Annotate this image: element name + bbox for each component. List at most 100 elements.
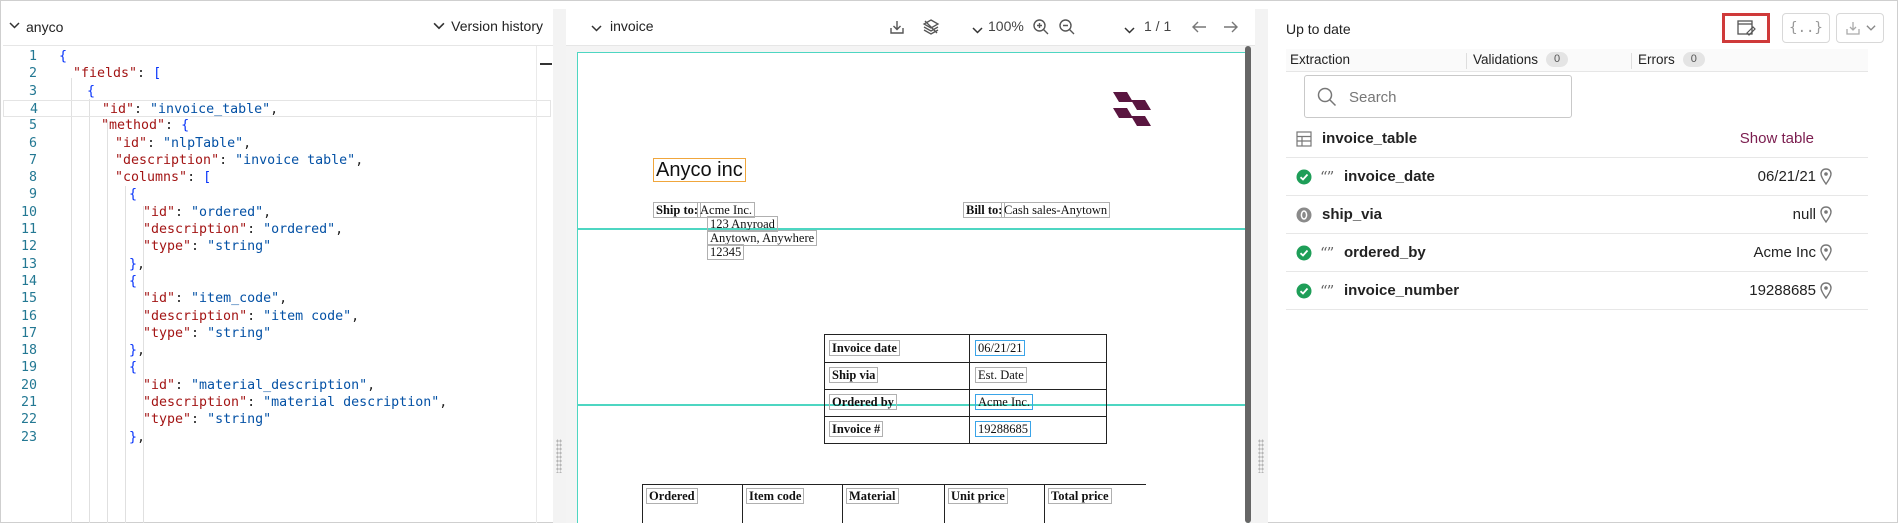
item-header[interactable]: Material bbox=[846, 488, 899, 504]
info-label[interactable]: Ordered by bbox=[829, 394, 897, 410]
bill-to-label[interactable]: Bill to: bbox=[963, 202, 1006, 218]
tab-extraction[interactable]: Extraction bbox=[1290, 52, 1350, 67]
field-value[interactable]: null bbox=[1793, 206, 1816, 223]
code-text: "id": "invoice_table", bbox=[102, 101, 279, 117]
layers-icon[interactable] bbox=[922, 18, 940, 39]
field-row[interactable]: “” invoice_date 06/21/21 bbox=[1286, 158, 1868, 196]
line-number: 3 bbox=[28, 83, 37, 99]
info-value[interactable]: 06/21/21 bbox=[975, 340, 1026, 356]
code-line[interactable]: 7 "description": "invoice table", bbox=[3, 152, 551, 169]
zoom-out-icon[interactable] bbox=[1058, 18, 1076, 39]
info-label[interactable]: Invoice date bbox=[829, 340, 900, 356]
code-line[interactable]: 2 "fields": [ bbox=[3, 65, 551, 82]
code-text: { bbox=[129, 187, 138, 203]
field-row[interactable]: “” invoice_number 19288685 bbox=[1286, 272, 1868, 310]
code-line[interactable]: 19 { bbox=[3, 359, 551, 376]
code-text: "id": "nlpTable", bbox=[115, 135, 252, 151]
chevron-down-icon bbox=[1866, 25, 1876, 31]
scroll-position-marker bbox=[540, 63, 552, 65]
download-icon[interactable] bbox=[888, 18, 906, 39]
document-canvas[interactable]: Anyco inc Ship to: Acme Inc. 123 Anyroad… bbox=[566, 46, 1255, 523]
code-text: "type": "string" bbox=[143, 325, 272, 341]
field-name: invoice_table bbox=[1322, 130, 1418, 147]
code-line[interactable]: 10 "id": "ordered", bbox=[3, 204, 551, 221]
locate-pin-icon[interactable] bbox=[1820, 168, 1832, 185]
page-dropdown-chevron-icon[interactable] bbox=[1124, 23, 1135, 39]
ship-to-label[interactable]: Ship to: bbox=[653, 202, 702, 218]
item-header[interactable]: Total price bbox=[1048, 488, 1112, 504]
next-page-icon[interactable] bbox=[1222, 18, 1240, 39]
edit-config-button[interactable] bbox=[1722, 13, 1770, 43]
code-line[interactable]: 12 "type": "string" bbox=[3, 238, 551, 255]
code-line[interactable]: 11 "description": "ordered", bbox=[3, 221, 551, 238]
zoom-level[interactable]: 100% bbox=[988, 18, 1024, 34]
tab-validations[interactable]: Validations 0 bbox=[1473, 52, 1569, 67]
code-text: "columns": [ bbox=[115, 170, 212, 186]
code-text: { bbox=[129, 360, 138, 376]
code-text: }, bbox=[129, 256, 146, 272]
code-line[interactable]: 4 "id": "invoice_table", bbox=[3, 99, 551, 117]
code-line[interactable]: 21 "description": "material description", bbox=[3, 394, 551, 411]
export-menu-button[interactable] bbox=[1836, 13, 1884, 43]
info-value[interactable]: Acme Inc. bbox=[975, 394, 1034, 410]
code-editor[interactable]: 1{2 "fields": [3{4 "id": "invoice_table", 5… bbox=[3, 46, 553, 523]
field-row[interactable]: “” ordered_by Acme Inc bbox=[1286, 234, 1868, 272]
locate-pin-icon[interactable] bbox=[1820, 282, 1832, 299]
code-line[interactable]: 22 "type": "string" bbox=[3, 411, 551, 428]
field-value[interactable]: 06/21/21 bbox=[1758, 168, 1816, 185]
panel-resizer-right[interactable] bbox=[1255, 9, 1268, 523]
info-value[interactable]: 19288685 bbox=[975, 421, 1031, 437]
info-value[interactable]: Est. Date bbox=[975, 367, 1027, 383]
item-header[interactable]: Unit price bbox=[948, 488, 1008, 504]
item-header[interactable]: Item code bbox=[746, 488, 805, 504]
company-name[interactable]: Anyco inc bbox=[653, 158, 746, 182]
version-history-label: Version history bbox=[451, 18, 543, 34]
code-line[interactable]: 20 "id": "material_description", bbox=[3, 377, 551, 394]
field-value[interactable]: Acme Inc bbox=[1753, 244, 1816, 261]
panel-resizer-left[interactable] bbox=[553, 9, 566, 523]
zoom-dropdown-chevron-icon[interactable] bbox=[972, 23, 983, 39]
editor-scrollbar[interactable] bbox=[536, 46, 552, 523]
zoom-in-icon[interactable] bbox=[1032, 18, 1050, 39]
code-line[interactable]: 16 "description": "item code", bbox=[3, 308, 551, 325]
line-number: 17 bbox=[20, 325, 37, 341]
code-line[interactable]: 14 { bbox=[3, 273, 551, 290]
info-label[interactable]: Ship via bbox=[829, 367, 879, 383]
field-value[interactable]: 19288685 bbox=[1749, 282, 1816, 299]
code-line[interactable]: 17 "type": "string" bbox=[3, 325, 551, 342]
code-line[interactable]: 23}, bbox=[3, 429, 551, 446]
collapse-chevron-icon[interactable] bbox=[591, 21, 602, 39]
code-line[interactable]: 5 "method": { bbox=[3, 117, 551, 134]
tab-errors[interactable]: Errors 0 bbox=[1638, 52, 1705, 67]
code-line[interactable]: 1{ bbox=[3, 48, 551, 65]
code-line[interactable]: 3{ bbox=[3, 83, 551, 100]
search-input[interactable] bbox=[1347, 84, 1561, 110]
code-line[interactable]: 18}, bbox=[3, 342, 551, 359]
bill-to-value[interactable]: Cash sales-Anytown bbox=[1001, 202, 1111, 218]
text-type-icon: “” bbox=[1320, 282, 1334, 300]
code-text: "id": "ordered", bbox=[143, 204, 272, 220]
viewer-scrollbar[interactable] bbox=[1245, 46, 1251, 523]
field-row[interactable]: ship_via null bbox=[1286, 196, 1868, 234]
info-label[interactable]: Invoice # bbox=[829, 421, 884, 437]
locate-pin-icon[interactable] bbox=[1820, 244, 1832, 261]
previous-page-icon[interactable] bbox=[1190, 18, 1208, 39]
status-text: Up to date bbox=[1286, 21, 1351, 37]
code-line[interactable]: 15 "id": "item_code", bbox=[3, 290, 551, 307]
locate-pin-icon[interactable] bbox=[1820, 206, 1832, 223]
company-logo bbox=[1111, 90, 1151, 135]
item-header[interactable]: Ordered bbox=[646, 488, 698, 504]
code-line[interactable]: 9{ bbox=[3, 186, 551, 203]
show-table-link[interactable]: Show table bbox=[1740, 130, 1814, 147]
collapse-chevron-icon[interactable] bbox=[9, 18, 20, 36]
page-indicator[interactable]: 1 / 1 bbox=[1144, 18, 1171, 34]
version-history-button[interactable]: Version history bbox=[433, 18, 543, 34]
field-name: ordered_by bbox=[1344, 244, 1426, 261]
code-line[interactable]: 6 "id": "nlpTable", bbox=[3, 135, 551, 152]
code-line[interactable]: 8 "columns": [ bbox=[3, 169, 551, 186]
line-number: 15 bbox=[20, 291, 37, 307]
ship-to-line[interactable]: 12345 bbox=[707, 244, 745, 260]
field-row-invoice-table[interactable]: invoice_table Show table bbox=[1286, 120, 1868, 158]
json-view-button[interactable]: {..} bbox=[1782, 13, 1830, 43]
code-line[interactable]: 13}, bbox=[3, 256, 551, 273]
